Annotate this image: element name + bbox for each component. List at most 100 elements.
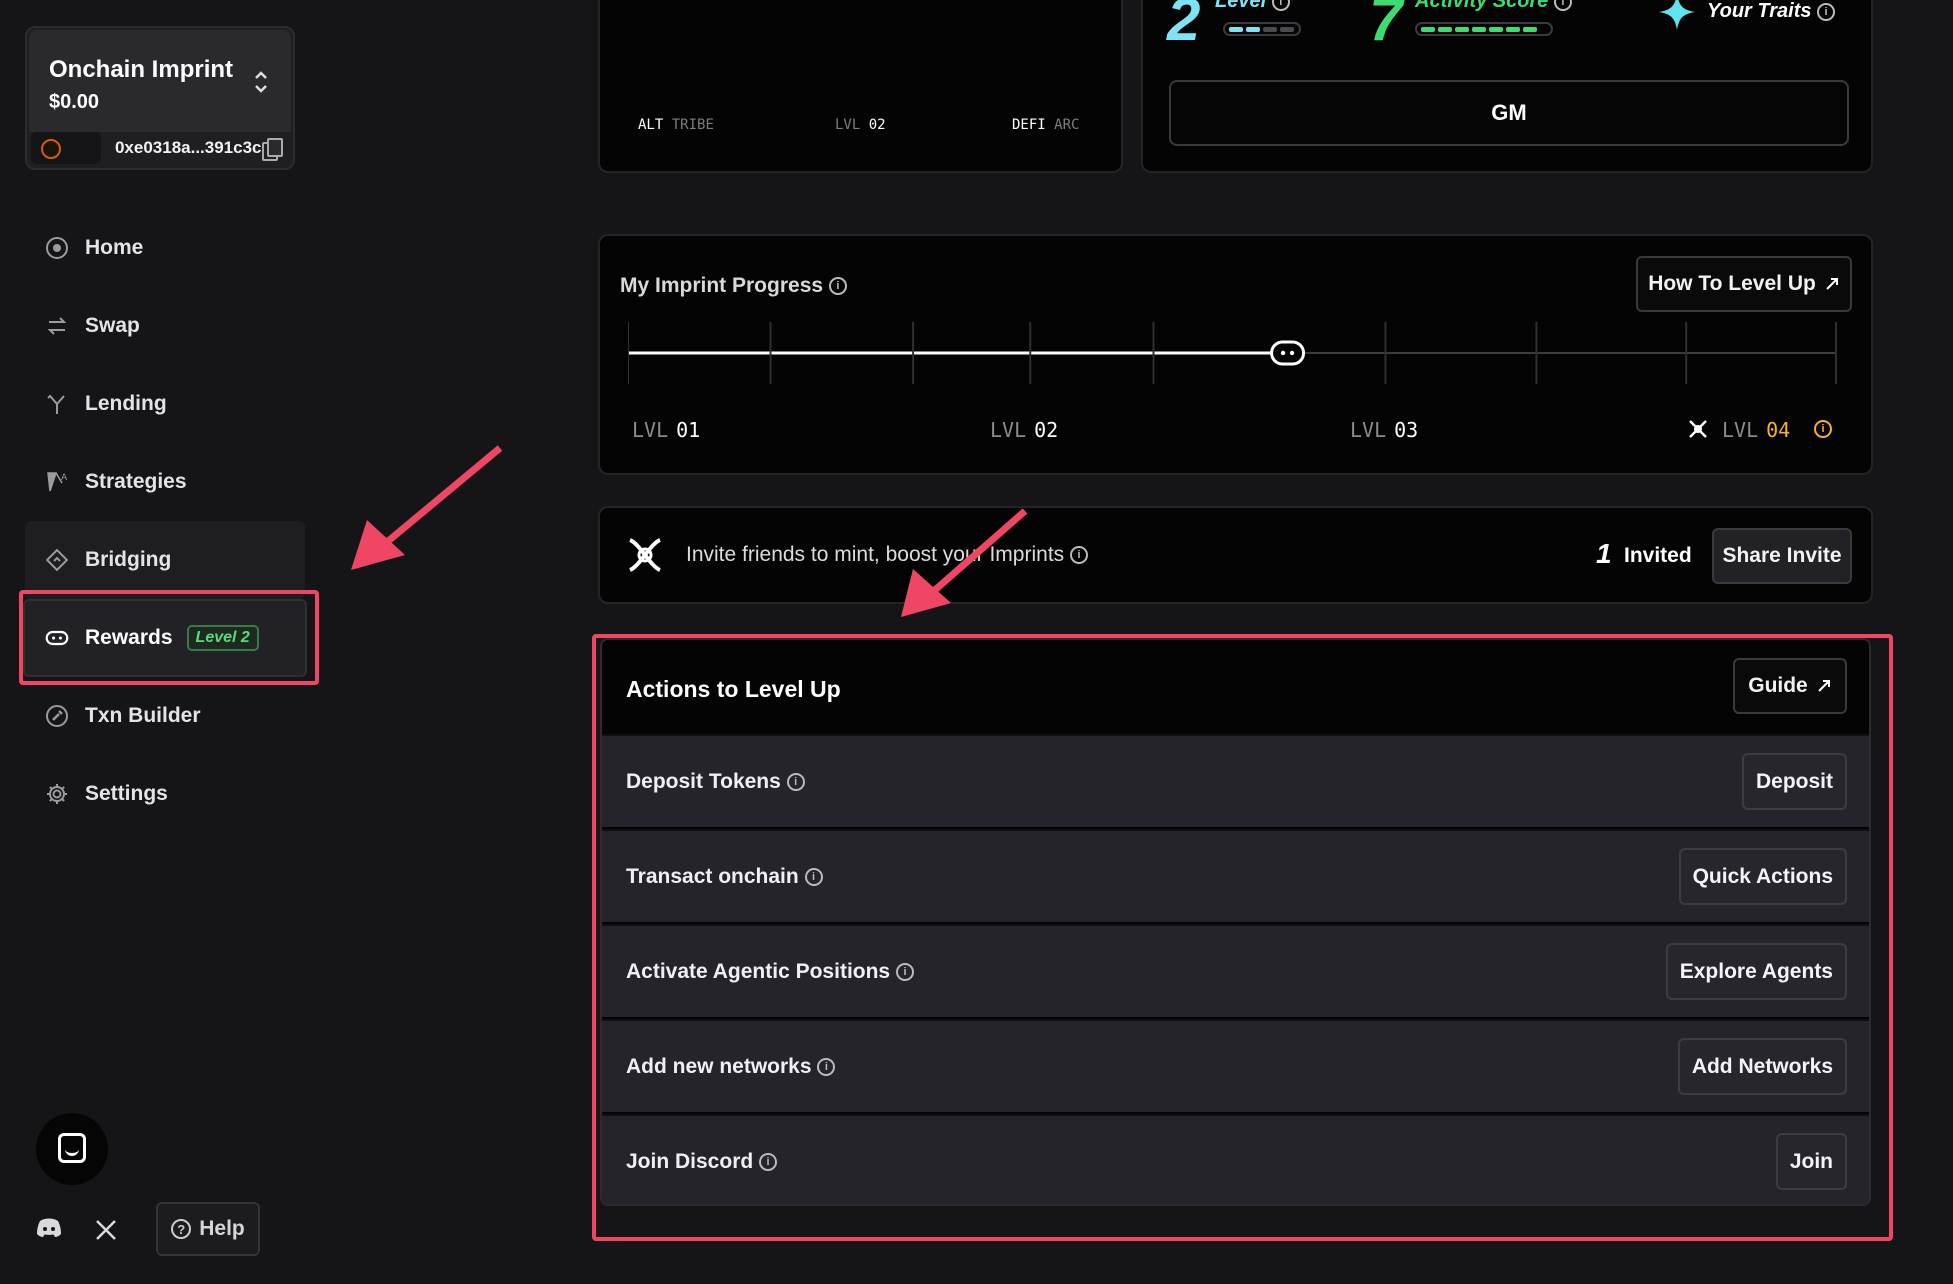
sidebar-item-label: Strategies bbox=[85, 470, 187, 493]
swap-icon bbox=[45, 314, 69, 338]
how-to-level-up-button[interactable]: How To Level Up bbox=[1636, 256, 1852, 312]
level-marker-01: LVL 01 bbox=[632, 418, 701, 442]
chevron-up-down-icon[interactable] bbox=[253, 68, 269, 96]
level-bar bbox=[1223, 22, 1301, 36]
activity-score-value: 7 bbox=[1369, 0, 1403, 53]
action-label: Transact onchain i bbox=[626, 865, 823, 889]
discord-icon[interactable] bbox=[36, 1217, 62, 1239]
external-link-icon bbox=[1818, 680, 1830, 692]
sidebar-item-home[interactable]: Home bbox=[25, 209, 305, 287]
info-icon[interactable]: i bbox=[1817, 2, 1836, 21]
actions-panel: Actions to Level Up Guide Deposit Tokens… bbox=[600, 638, 1871, 1206]
imprint-logo-icon bbox=[628, 538, 662, 572]
settings-icon bbox=[45, 782, 69, 806]
account-balance: $0.00 bbox=[49, 91, 100, 113]
actions-title: Actions to Level Up bbox=[626, 676, 841, 702]
strategies-icon: A bbox=[45, 470, 69, 494]
home-icon bbox=[45, 236, 69, 260]
sidebar-item-bridging[interactable]: Bridging bbox=[25, 521, 305, 599]
imprint-logo-icon bbox=[1689, 420, 1707, 438]
sidebar-item-label: Home bbox=[85, 236, 144, 259]
info-icon[interactable]: i bbox=[1814, 420, 1832, 438]
info-icon[interactable]: i bbox=[1070, 546, 1088, 565]
bridging-icon bbox=[45, 548, 69, 572]
how-to-level-up-label: How To Level Up bbox=[1648, 272, 1816, 295]
svg-text:A: A bbox=[61, 473, 68, 483]
card-meta-defi: DEFI ARC bbox=[1012, 117, 1080, 133]
share-invite-button[interactable]: Share Invite bbox=[1712, 528, 1852, 584]
activity-score-bar bbox=[1415, 22, 1553, 36]
help-icon: ? bbox=[171, 1219, 192, 1239]
info-icon[interactable]: i bbox=[1553, 0, 1572, 11]
level-label: Level i bbox=[1215, 0, 1290, 13]
quick-actions-button[interactable]: Quick Actions bbox=[1678, 848, 1847, 905]
action-row-transact: Transact onchain i Quick Actions bbox=[602, 829, 1869, 922]
stats-panel: 2 Level i 7 Activity Score i Your Traits… bbox=[1141, 0, 1873, 173]
sidebar-item-label: Settings bbox=[85, 782, 168, 805]
sidebar-item-label: Lending bbox=[85, 392, 167, 415]
level-marker-03: LVL 03 bbox=[1350, 418, 1419, 442]
invited-count: 1 bbox=[1596, 538, 1612, 569]
sidebar-nav: Home Swap Lending A Strategies Bridging … bbox=[23, 209, 307, 833]
gm-button[interactable]: GM bbox=[1169, 80, 1849, 146]
action-label: Activate Agentic Positions i bbox=[626, 960, 914, 984]
imprint-progress-panel: My Imprint Progress i How To Level Up LV… bbox=[598, 234, 1873, 475]
rewards-highlight-box bbox=[19, 590, 319, 685]
sidebar-item-label: Txn Builder bbox=[85, 704, 201, 727]
add-networks-button[interactable]: Add Networks bbox=[1677, 1038, 1847, 1095]
info-icon[interactable]: i bbox=[817, 1058, 836, 1077]
sidebar-item-txn-builder[interactable]: Txn Builder bbox=[25, 677, 305, 755]
guide-label: Guide bbox=[1748, 674, 1808, 697]
your-traits-label[interactable]: Your Traits i bbox=[1707, 0, 1836, 23]
action-label: Join Discord i bbox=[626, 1150, 778, 1174]
sparkle-icon bbox=[1659, 0, 1695, 30]
account-summary[interactable]: Onchain Imprint $0.00 bbox=[29, 30, 291, 132]
action-row-discord: Join Discord i Join bbox=[602, 1114, 1869, 1204]
action-row-deposit: Deposit Tokens i Deposit bbox=[602, 734, 1869, 827]
invite-panel: Invite friends to mint, boost your Impri… bbox=[598, 506, 1873, 604]
sidebar-item-swap[interactable]: Swap bbox=[25, 287, 305, 365]
info-icon[interactable]: i bbox=[895, 963, 914, 982]
info-icon[interactable]: i bbox=[804, 868, 823, 887]
help-label: Help bbox=[199, 1217, 245, 1240]
activity-score-label: Activity Score i bbox=[1415, 0, 1572, 13]
chat-icon bbox=[58, 1133, 86, 1163]
invited-label: Invited bbox=[1624, 544, 1692, 567]
card-meta-alt: ALT TRIBE bbox=[638, 117, 714, 133]
sidebar-item-settings[interactable]: Settings bbox=[25, 755, 305, 833]
info-icon[interactable]: i bbox=[1271, 0, 1290, 11]
imprint-card-panel: ALT TRIBE LVL 02 DEFI ARC bbox=[598, 0, 1123, 173]
action-row-agentic: Activate Agentic Positions i Explore Age… bbox=[602, 924, 1869, 1017]
chain-selector[interactable] bbox=[31, 132, 101, 164]
copy-icon[interactable] bbox=[261, 138, 284, 161]
level-value: 2 bbox=[1167, 0, 1201, 53]
action-label: Deposit Tokens i bbox=[626, 770, 805, 794]
progress-thumb-icon bbox=[1270, 340, 1306, 366]
info-icon[interactable]: i bbox=[786, 773, 805, 792]
level-marker-02: LVL 02 bbox=[990, 418, 1059, 442]
lending-icon bbox=[45, 392, 69, 416]
sidebar-item-strategies[interactable]: A Strategies bbox=[25, 443, 305, 521]
info-icon[interactable]: i bbox=[828, 277, 847, 296]
join-discord-button[interactable]: Join bbox=[1775, 1133, 1847, 1190]
sidebar-item-label: Swap bbox=[85, 314, 140, 337]
guide-button[interactable]: Guide bbox=[1733, 658, 1847, 714]
actions-header: Actions to Level Up Guide bbox=[602, 640, 1869, 734]
external-link-icon bbox=[1826, 278, 1838, 290]
account-name: Onchain Imprint bbox=[49, 56, 234, 83]
txn-builder-icon bbox=[45, 704, 69, 728]
sidebar-item-lending[interactable]: Lending bbox=[25, 365, 305, 443]
account-switcher[interactable]: Onchain Imprint $0.00 0xe0318a...391c3c bbox=[25, 26, 295, 170]
x-twitter-icon[interactable] bbox=[94, 1218, 118, 1242]
card-meta-lvl: LVL 02 bbox=[835, 117, 886, 133]
deposit-button[interactable]: Deposit bbox=[1741, 753, 1847, 810]
action-label: Add new networks i bbox=[626, 1055, 836, 1079]
help-button[interactable]: ? Help bbox=[156, 1202, 260, 1256]
action-row-networks: Add new networks i Add Networks bbox=[602, 1019, 1869, 1112]
info-icon[interactable]: i bbox=[759, 1153, 778, 1172]
chat-support-button[interactable] bbox=[36, 1113, 108, 1185]
annotation-arrow-icon bbox=[351, 445, 503, 570]
explore-agents-button[interactable]: Explore Agents bbox=[1665, 943, 1847, 1000]
level-marker-04: LVL 04 bbox=[1722, 418, 1791, 442]
progress-title: My Imprint Progress i bbox=[620, 274, 847, 298]
